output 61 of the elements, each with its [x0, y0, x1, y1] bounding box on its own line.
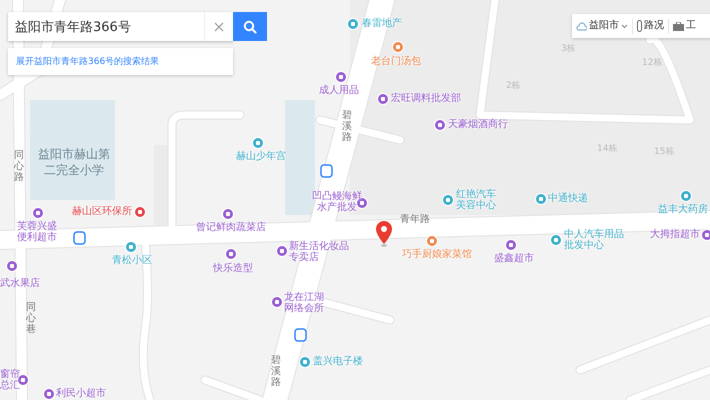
poi-marker-icon[interactable]: [43, 388, 55, 400]
poi-marker-icon[interactable]: [701, 229, 710, 241]
caret-icon: [621, 24, 628, 28]
poi-label[interactable]: 红艳汽车美容中心: [456, 189, 496, 211]
poi-label[interactable]: 曾记鲜肉蔬菜店: [196, 222, 266, 233]
poi-label[interactable]: 大拇指超市: [650, 229, 700, 240]
poi-marker-icon[interactable]: [32, 207, 44, 219]
poi-marker-icon[interactable]: [134, 206, 146, 218]
city-tool-button[interactable]: 益阳市: [572, 18, 633, 34]
poi-label[interactable]: 巧手厨娘家菜馆: [402, 249, 472, 260]
traffic-tool-button[interactable]: 路况: [633, 18, 669, 34]
poi-marker-icon[interactable]: [271, 296, 283, 308]
poi-label[interactable]: 天豪烟酒商行: [448, 119, 508, 130]
poi-label[interactable]: 春雷地产: [362, 18, 402, 29]
poi-marker-icon[interactable]: [225, 248, 237, 260]
poi-marker-icon[interactable]: [426, 235, 438, 247]
search-icon: [243, 20, 257, 34]
poi-label[interactable]: 芙蓉兴盛便利超市: [17, 221, 57, 243]
search-input[interactable]: 益阳市青年路366号: [8, 18, 204, 35]
poi-label[interactable]: 盖兴电子楼: [313, 356, 363, 367]
road-name-label: 碧溪路: [342, 110, 352, 143]
poi-marker-icon[interactable]: [335, 71, 347, 83]
poi-marker-icon[interactable]: [252, 137, 264, 149]
road-name-label: 青年路: [400, 214, 430, 225]
road-name-label: 同心路: [14, 150, 24, 183]
school-area-label: 益阳市赫山第二完全小学: [38, 146, 110, 178]
poi-label[interactable]: 老台门汤包: [371, 56, 421, 67]
poi-label[interactable]: 宏旺调料批发部: [391, 93, 461, 104]
poi-marker-icon[interactable]: [276, 245, 288, 257]
poi-label[interactable]: 快乐造型: [213, 263, 253, 274]
cloud-icon: [576, 22, 587, 30]
road-name-label: 碧溪路: [271, 355, 281, 388]
poi-label[interactable]: 窗帘总汇: [0, 369, 20, 391]
poi-label[interactable]: 利民小超市: [56, 388, 106, 399]
poi-label[interactable]: 赫山区环保所: [72, 206, 132, 217]
poi-marker-icon[interactable]: [299, 356, 311, 368]
poi-marker-icon[interactable]: [6, 260, 18, 272]
expand-results-link[interactable]: 展开益阳市青年路366号的搜索结果: [8, 55, 160, 68]
poi-marker-icon[interactable]: [125, 241, 137, 253]
poi-marker-icon[interactable]: [505, 239, 517, 251]
search-button[interactable]: [233, 12, 267, 41]
poi-label[interactable]: 武水果店: [0, 278, 40, 289]
location-pin-icon: [376, 221, 392, 247]
poi-label[interactable]: 龙在江湖网络会所: [284, 292, 324, 314]
poi-marker-icon[interactable]: [347, 18, 359, 30]
poi-label[interactable]: 成人用品: [319, 85, 359, 96]
tools-tool-button[interactable]: 工: [669, 18, 700, 34]
poi-label[interactable]: 益丰大药房: [658, 204, 708, 215]
toolbox-icon: [673, 22, 684, 30]
poi-marker-icon[interactable]: [550, 234, 562, 246]
clear-icon[interactable]: [214, 22, 224, 32]
poi-label[interactable]: 中通快递: [548, 193, 588, 204]
poi-label[interactable]: 盛鑫超市: [494, 253, 534, 264]
poi-marker-icon[interactable]: [222, 208, 234, 220]
poi-label[interactable]: 青松小区: [112, 255, 152, 266]
search-field[interactable]: 益阳市青年路366号: [8, 12, 233, 41]
poi-label[interactable]: 新生活化妆品专卖店: [289, 241, 349, 263]
poi-label[interactable]: 赫山少年宫: [236, 151, 286, 162]
poi-label[interactable]: 中人汽车用品批发中心: [564, 229, 624, 251]
poi-label[interactable]: 凹凸鳗海鲜水产批发: [312, 191, 362, 213]
road-name-label: 同心巷: [26, 302, 36, 335]
